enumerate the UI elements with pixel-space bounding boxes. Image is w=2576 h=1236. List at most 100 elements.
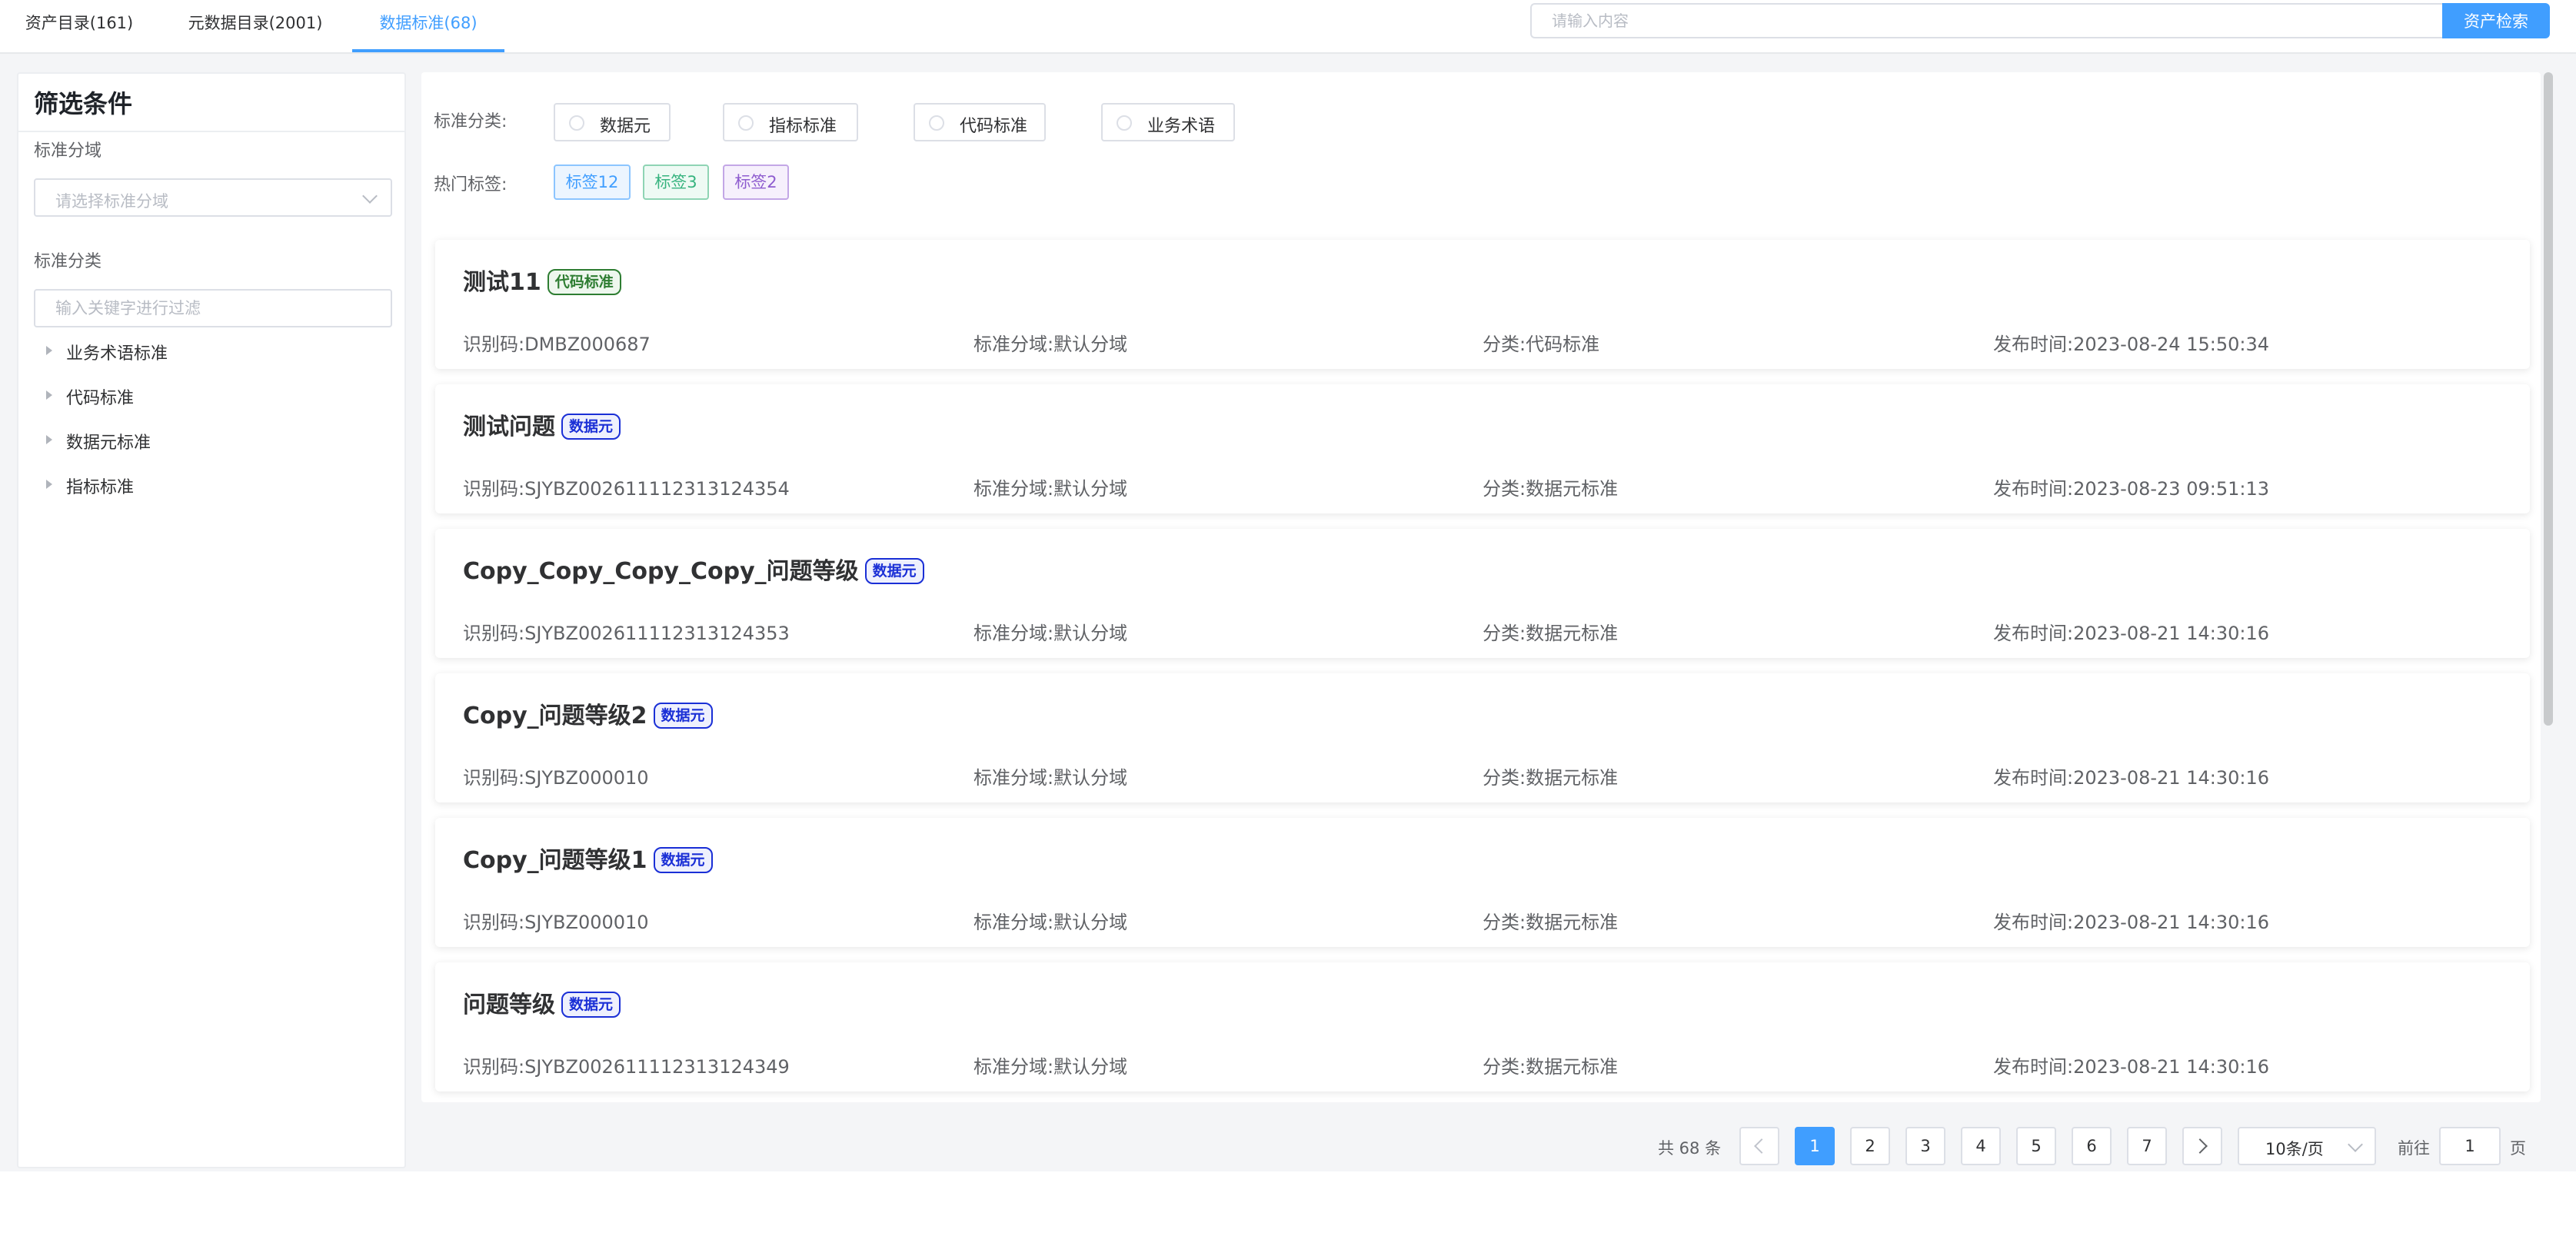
standard-card[interactable]: 测试11 代码标准 识别码:DMBZ000687 标准分域:默认分域 分类:代码标… xyxy=(435,240,2530,369)
domain-label: 标准分域 xyxy=(34,141,102,161)
caret-right-icon xyxy=(46,390,52,400)
tree-item-label: 数据元标准 xyxy=(66,434,151,453)
page-size-value: 10条/页 xyxy=(2265,1140,2324,1158)
card-title-text: 测试11 xyxy=(463,269,541,296)
card-code: 识别码:SJYBZ002611112313124354 xyxy=(463,478,790,500)
tree-item-label: 代码标准 xyxy=(66,389,135,408)
standard-card[interactable]: Copy_问题等级2 数据元 识别码:SJYBZ000010 标准分域:默认分域 … xyxy=(435,673,2530,802)
total-count: 共 68 条 xyxy=(1658,1139,1722,1158)
page-button[interactable]: 6 xyxy=(2072,1127,2112,1165)
page-button[interactable]: 7 xyxy=(2127,1127,2167,1165)
tree-item-data-element-standards[interactable]: 数据元标准 xyxy=(18,426,403,454)
card-category: 分类:代码标准 xyxy=(1483,334,1600,355)
tab-metadata-catalog[interactable]: 元数据目录(2001) xyxy=(158,0,352,52)
card-category: 分类:数据元标准 xyxy=(1483,478,1619,500)
scrollbar-thumb[interactable] xyxy=(2544,72,2553,726)
standard-category-label: 标准分类: xyxy=(434,112,508,131)
page-size-select[interactable]: 10条/页 xyxy=(2238,1127,2376,1165)
page-button[interactable]: 3 xyxy=(1905,1127,1945,1165)
category-option-label: 代码标准 xyxy=(960,117,1028,136)
hot-tag[interactable]: 标签3 xyxy=(643,164,709,200)
card-publish-time: 发布时间:2023-08-21 14:30:16 xyxy=(1993,767,2269,789)
filter-panel: 筛选条件 标准分域 请选择标准分域 标准分类 业务术语标准 代码标准 数据元标准… xyxy=(17,72,406,1168)
page-suffix: 页 xyxy=(2510,1139,2526,1158)
card-title[interactable]: Copy_问题等级2 数据元 xyxy=(463,696,713,730)
hot-tags-label: 热门标签: xyxy=(434,175,508,194)
radio-icon xyxy=(929,115,944,131)
goto-page-input[interactable] xyxy=(2439,1127,2501,1165)
top-tab-bar: 资产目录(161) 元数据目录(2001) 数据标准(68) 资产检索 xyxy=(0,0,2576,54)
card-domain: 标准分域:默认分域 xyxy=(973,334,1128,355)
standard-card[interactable]: Copy_Copy_Copy_Copy_问题等级 数据元 识别码:SJYBZ002… xyxy=(435,529,2530,658)
goto-label: 前往 xyxy=(2398,1139,2430,1158)
type-badge: 数据元 xyxy=(561,414,621,440)
card-title-text: 问题等级 xyxy=(463,992,555,1018)
card-domain: 标准分域:默认分域 xyxy=(973,478,1128,500)
search-input[interactable] xyxy=(1530,3,2442,38)
card-category: 分类:数据元标准 xyxy=(1483,1056,1619,1078)
card-code: 识别码:SJYBZ000010 xyxy=(463,767,649,789)
domain-select-placeholder: 请选择标准分域 xyxy=(55,192,168,211)
page-button[interactable]: 1 xyxy=(1795,1127,1835,1165)
type-badge: 数据元 xyxy=(653,703,713,729)
card-domain: 标准分域:默认分域 xyxy=(973,623,1128,644)
standard-card[interactable]: 测试问题 数据元 识别码:SJYBZ002611112313124354 标准分域… xyxy=(435,384,2530,513)
hot-tag[interactable]: 标签2 xyxy=(723,164,789,200)
card-category: 分类:数据元标准 xyxy=(1483,912,1619,933)
hot-tag[interactable]: 标签12 xyxy=(554,164,631,200)
card-title[interactable]: 测试11 代码标准 xyxy=(463,263,621,297)
tree-item-business-terms[interactable]: 业务术语标准 xyxy=(18,337,403,364)
radio-icon xyxy=(738,115,754,131)
card-title[interactable]: Copy_问题等级1 数据元 xyxy=(463,841,713,875)
asset-search-button[interactable]: 资产检索 xyxy=(2442,3,2550,38)
card-title[interactable]: Copy_Copy_Copy_Copy_问题等级 数据元 xyxy=(463,552,924,586)
card-title-text: Copy_问题等级2 xyxy=(463,703,647,729)
page-button[interactable]: 4 xyxy=(1961,1127,2001,1165)
page-button[interactable]: 2 xyxy=(1850,1127,1890,1165)
radio-icon xyxy=(569,115,584,131)
category-filter-input[interactable] xyxy=(34,289,392,327)
standard-card[interactable]: 问题等级 数据元 识别码:SJYBZ002611112313124349 标准分域… xyxy=(435,962,2530,1091)
next-page-button[interactable] xyxy=(2182,1127,2222,1165)
category-option-label: 业务术语 xyxy=(1147,117,1216,136)
type-badge: 数据元 xyxy=(653,847,713,873)
card-publish-time: 发布时间:2023-08-21 14:30:16 xyxy=(1993,623,2269,644)
card-publish-time: 发布时间:2023-08-21 14:30:16 xyxy=(1993,1056,2269,1078)
card-category: 分类:数据元标准 xyxy=(1483,623,1619,644)
category-option-label: 指标标准 xyxy=(769,117,837,136)
card-code: 识别码:SJYBZ000010 xyxy=(463,912,649,933)
domain-select[interactable]: 请选择标准分域 xyxy=(34,178,392,217)
caret-right-icon xyxy=(46,435,52,444)
chevron-down-icon xyxy=(2348,1137,2363,1152)
card-domain: 标准分域:默认分域 xyxy=(973,767,1128,789)
chevron-down-icon xyxy=(362,188,378,204)
prev-page-button[interactable] xyxy=(1739,1127,1779,1165)
type-badge: 代码标准 xyxy=(547,269,621,295)
caret-right-icon xyxy=(46,346,52,355)
chevron-left-icon xyxy=(1754,1138,1769,1154)
tree-item-code-standards[interactable]: 代码标准 xyxy=(18,381,403,409)
category-option-label: 数据元 xyxy=(600,117,651,136)
category-option-code[interactable]: 代码标准 xyxy=(914,103,1046,141)
tree-item-indicator-standards[interactable]: 指标标准 xyxy=(18,470,403,498)
card-publish-time: 发布时间:2023-08-23 09:51:13 xyxy=(1993,478,2269,500)
card-title-text: 测试问题 xyxy=(463,414,555,440)
card-domain: 标准分域:默认分域 xyxy=(973,1056,1128,1078)
divider xyxy=(18,131,404,132)
category-option-business-term[interactable]: 业务术语 xyxy=(1101,103,1235,141)
results-panel: 标准分类: 数据元 指标标准 代码标准 业务术语 热门标签: 标签12 标签3 … xyxy=(421,72,2541,1102)
tab-asset-catalog[interactable]: 资产目录(161) xyxy=(0,0,158,52)
card-publish-time: 发布时间:2023-08-21 14:30:16 xyxy=(1993,912,2269,933)
tree-item-label: 指标标准 xyxy=(66,478,135,497)
category-option-data-element[interactable]: 数据元 xyxy=(554,103,671,141)
footer-area xyxy=(0,1171,2576,1236)
standard-card[interactable]: Copy_问题等级1 数据元 识别码:SJYBZ000010 标准分域:默认分域 … xyxy=(435,818,2530,947)
page-button[interactable]: 5 xyxy=(2016,1127,2056,1165)
type-badge: 数据元 xyxy=(561,992,621,1018)
card-title[interactable]: 问题等级 数据元 xyxy=(463,985,621,1019)
card-title[interactable]: 测试问题 数据元 xyxy=(463,407,621,441)
category-option-indicator[interactable]: 指标标准 xyxy=(723,103,858,141)
tab-data-standards[interactable]: 数据标准(68) xyxy=(352,0,504,52)
caret-right-icon xyxy=(46,480,52,489)
card-code: 识别码:SJYBZ002611112313124349 xyxy=(463,1056,790,1078)
